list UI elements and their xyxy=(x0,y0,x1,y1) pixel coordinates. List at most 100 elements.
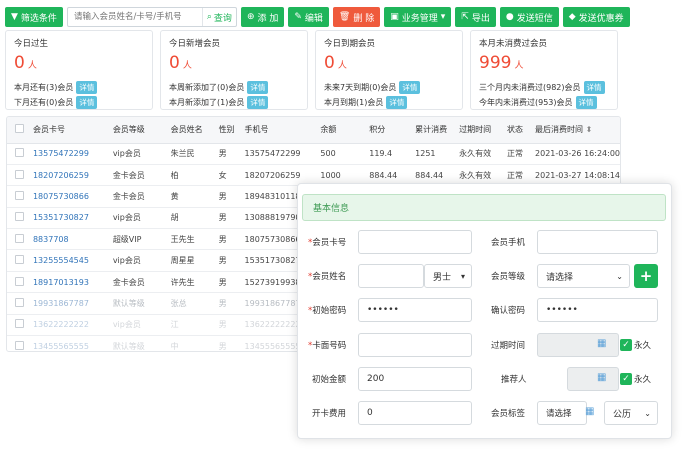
col-name[interactable]: 会员姓名 xyxy=(166,117,215,144)
detail-button[interactable]: 详情 xyxy=(583,81,605,94)
edit-icon: ✎ xyxy=(294,11,302,22)
col-last-spend[interactable]: 最后消费时间 ⬍ xyxy=(531,117,620,144)
confirm-pwd-input[interactable]: •••••• xyxy=(537,298,658,322)
row-checkbox[interactable] xyxy=(15,297,24,307)
table-cell[interactable]: 18075730866 xyxy=(28,185,109,208)
gender-select[interactable]: 男士 ▾ xyxy=(424,264,472,288)
row-checkbox[interactable] xyxy=(15,233,24,243)
table-cell: 男 xyxy=(214,314,241,337)
tag-select[interactable]: 请选择 xyxy=(537,401,587,425)
select-all-checkbox[interactable] xyxy=(15,124,24,134)
row-checkbox[interactable] xyxy=(15,169,24,179)
expire-forever-checkbox[interactable]: ✓ 永久 xyxy=(620,339,651,351)
table-cell[interactable]: 13255554545 xyxy=(28,249,109,272)
col-points[interactable]: 积分 xyxy=(365,117,412,144)
chevron-down-icon: ⌄ xyxy=(616,271,623,281)
table-cell[interactable]: 13622222222 xyxy=(28,314,109,337)
row-checkbox[interactable] xyxy=(15,212,24,222)
detail-button[interactable]: 详情 xyxy=(399,81,421,94)
delete-button[interactable]: 🗑 删 除 xyxy=(332,7,381,27)
face-no-input[interactable] xyxy=(358,333,472,357)
referrer-input[interactable] xyxy=(567,367,619,391)
row-checkbox[interactable] xyxy=(15,190,24,200)
table-cell: 王先生 xyxy=(166,228,215,251)
search-button[interactable]: ⌕ 查询 xyxy=(201,8,236,26)
table-cell: vip会员 xyxy=(108,314,167,337)
table-cell[interactable]: 15351730827 xyxy=(28,207,109,230)
send-sms-button[interactable]: ● 发送短信 xyxy=(499,7,559,27)
init-pwd-input[interactable]: •••••• xyxy=(358,298,472,322)
referrer-forever-checkbox[interactable]: ✓ 永久 xyxy=(620,373,651,385)
tag-icon: ◆ xyxy=(568,11,576,22)
stat-cards: 今日过生 0人 本月还有(3)会员 详情 下月还有(0)会员 详情 今日新增会员 0… xyxy=(5,30,618,110)
table-cell[interactable]: 19931867787 xyxy=(28,292,109,315)
col-total-spend[interactable]: 累计消费 xyxy=(411,117,456,144)
detail-button[interactable]: 详情 xyxy=(386,96,408,109)
table-cell[interactable]: 18207206259 xyxy=(28,164,109,187)
col-level[interactable]: 会员等级 xyxy=(108,117,167,144)
table-cell[interactable]: 18917013193 xyxy=(28,271,109,294)
detail-button[interactable]: 详情 xyxy=(76,81,98,94)
expire-date-input[interactable] xyxy=(537,333,619,357)
confirm-pwd-label: 确认密码 xyxy=(491,306,526,316)
row-checkbox[interactable] xyxy=(15,276,24,286)
export-button[interactable]: ⇱ 导出 xyxy=(455,7,496,27)
search-box: ⌕ 查询 xyxy=(66,7,237,27)
calendar-icon[interactable]: ▦ xyxy=(597,338,606,349)
table-row[interactable]: 13575472299 vip会员 朱兰民男 13575472299 500 119.4 1… xyxy=(7,143,620,165)
calendar-icon[interactable]: ▦ xyxy=(585,406,594,417)
detail-button[interactable]: 详情 xyxy=(247,96,269,109)
col-gender[interactable]: 性别 xyxy=(214,117,241,144)
level-select[interactable]: 请选择 ⌄ xyxy=(537,264,630,288)
calendar-icon[interactable]: ▦ xyxy=(597,372,606,383)
send-coupon-button[interactable]: ◆ 发送优惠券 xyxy=(562,7,630,27)
col-card-no[interactable]: 会员卡号 xyxy=(28,117,109,144)
col-status[interactable]: 状态 xyxy=(502,117,532,144)
name-input[interactable] xyxy=(358,264,424,288)
row-checkbox[interactable] xyxy=(15,255,24,265)
table-cell: 超级VIP xyxy=(108,228,167,251)
col-mobile[interactable]: 手机号 xyxy=(240,117,317,144)
row-checkbox[interactable] xyxy=(15,148,24,158)
tag-label: 会员标签 xyxy=(491,409,526,419)
table-cell[interactable]: 13575472299 xyxy=(28,143,109,165)
add-button[interactable]: ⊕ 添 加 xyxy=(240,7,285,27)
detail-button[interactable]: 详情 xyxy=(76,96,98,109)
face-no-label: *卡面号码 xyxy=(308,341,347,351)
table-cell: 金卡会员 xyxy=(108,164,167,187)
search-input[interactable] xyxy=(67,8,202,26)
sort-icon[interactable]: ⬍ xyxy=(586,125,593,134)
detail-button[interactable]: 详情 xyxy=(575,96,597,109)
referrer-label: 推荐人 xyxy=(501,375,527,385)
caret-down-icon: ▾ xyxy=(460,271,465,281)
mobile-input[interactable] xyxy=(537,230,658,254)
trash-icon: 🗑 xyxy=(338,11,351,22)
card-no-input[interactable] xyxy=(358,230,472,254)
card-no-label: *会员卡号 xyxy=(308,238,347,248)
table-cell[interactable]: 13455565555 xyxy=(28,335,109,351)
business-manage-dropdown[interactable]: ▣ 业务管理 ▾ xyxy=(384,7,452,27)
new-members-card: 今日新增会员 0人 本周新添加了(0)会员 详情 本月新添加了(1)会员 详情 xyxy=(160,30,308,110)
filter-button[interactable]: ▼ 筛选条件 xyxy=(5,7,63,27)
row-checkbox[interactable] xyxy=(15,319,24,329)
col-balance[interactable]: 余额 xyxy=(316,117,366,144)
detail-button[interactable]: 详情 xyxy=(247,81,269,94)
table-cell: 默认等级 xyxy=(108,335,167,351)
card-fee-input[interactable]: 0 xyxy=(358,401,472,425)
table-cell: vip会员 xyxy=(108,143,167,165)
filter-icon: ▼ xyxy=(11,11,18,22)
col-expire[interactable]: 过期时间 xyxy=(455,117,503,144)
edit-button[interactable]: ✎ 编辑 xyxy=(288,7,329,27)
init-amount-input[interactable]: 200 xyxy=(358,367,472,391)
expire-label: 过期时间 xyxy=(491,341,526,351)
card-count: 0人 xyxy=(14,53,37,73)
section-title: 基本信息 xyxy=(302,194,666,221)
table-cell: 柏 xyxy=(166,164,215,187)
add-level-button[interactable]: + xyxy=(634,264,658,288)
table-cell[interactable]: 8837708 xyxy=(28,228,109,251)
birthday-card: 今日过生 0人 本月还有(3)会员 详情 下月还有(0)会员 详情 xyxy=(5,30,153,110)
calendar-type-select[interactable]: 公历 ⌄ xyxy=(604,401,658,425)
table-cell: 黄 xyxy=(166,185,215,208)
row-checkbox[interactable] xyxy=(15,340,24,350)
table-cell: 许先生 xyxy=(166,271,215,294)
